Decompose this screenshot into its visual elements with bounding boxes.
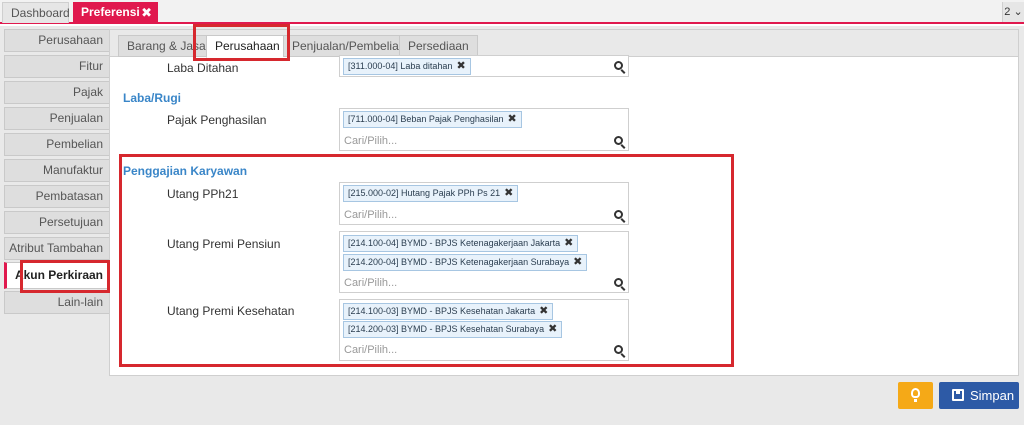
sidebar-item-lain-lain[interactable]: Lain-lain bbox=[4, 291, 110, 314]
sidebar-item-atribut-tambahan[interactable]: Atribut Tambahan bbox=[4, 237, 110, 260]
pajak-penghasilan-label: Pajak Penghasilan bbox=[167, 113, 267, 127]
chip-label: [311.000-04] Laba ditahan bbox=[348, 61, 453, 71]
save-button[interactable]: Simpan bbox=[939, 382, 1019, 409]
sidebar-item-pembelian[interactable]: Pembelian bbox=[4, 133, 110, 156]
highlight-penggajian-section bbox=[119, 154, 734, 367]
tab-persediaan[interactable]: Persediaan bbox=[399, 35, 478, 57]
tab-preferensi-label: Preferensi bbox=[81, 5, 140, 19]
sidebar-item-fitur[interactable]: Fitur bbox=[4, 55, 110, 78]
pajak-penghasilan-select[interactable]: [711.000-04] Beban Pajak Penghasilan ✖ Ca… bbox=[339, 108, 629, 151]
sidebar-item-manufaktur[interactable]: Manufaktur bbox=[4, 159, 110, 182]
account-chip: [311.000-04] Laba ditahan ✖ bbox=[343, 58, 471, 75]
tab-penjualan-pembelian[interactable]: Penjualan/Pembelian bbox=[283, 35, 415, 57]
search-input-placeholder[interactable]: Cari/Pilih... bbox=[344, 135, 397, 147]
close-icon[interactable]: ✖ bbox=[141, 2, 152, 23]
search-icon[interactable] bbox=[614, 61, 623, 70]
tab-preferensi[interactable]: Preferensi ✖ bbox=[73, 2, 158, 23]
laba-ditahan-label: Laba Ditahan bbox=[167, 61, 239, 75]
remove-chip-icon[interactable]: ✖ bbox=[507, 113, 516, 125]
account-chip: [711.000-04] Beban Pajak Penghasilan ✖ bbox=[343, 111, 522, 128]
section-laba-rugi: Laba/Rugi bbox=[123, 91, 182, 105]
search-icon[interactable] bbox=[614, 136, 623, 145]
tab-dashboard[interactable]: Dashboard bbox=[2, 2, 70, 23]
floppy-disk-icon bbox=[952, 389, 964, 401]
highlight-perusahaan-tab bbox=[193, 24, 290, 61]
tips-button[interactable] bbox=[898, 382, 933, 409]
lightbulb-icon bbox=[911, 388, 920, 402]
laba-ditahan-select[interactable]: [311.000-04] Laba ditahan ✖ bbox=[339, 55, 629, 77]
top-tab-bar: Dashboard Preferensi ✖ 2 ⌄ bbox=[0, 0, 1024, 24]
tab-count-dropdown[interactable]: 2 ⌄ bbox=[1002, 2, 1024, 22]
chip-label: [711.000-04] Beban Pajak Penghasilan bbox=[348, 114, 504, 124]
remove-chip-icon[interactable]: ✖ bbox=[456, 60, 465, 72]
sidebar-item-penjualan[interactable]: Penjualan bbox=[4, 107, 110, 130]
sidebar-item-persetujuan[interactable]: Persetujuan bbox=[4, 211, 110, 234]
sidebar-item-pembatasan[interactable]: Pembatasan bbox=[4, 185, 110, 208]
highlight-akun-perkiraan bbox=[20, 260, 110, 293]
sidebar-item-perusahaan[interactable]: Perusahaan bbox=[4, 29, 110, 52]
save-button-label: Simpan bbox=[970, 388, 1015, 403]
sidebar-item-pajak[interactable]: Pajak bbox=[4, 81, 110, 104]
